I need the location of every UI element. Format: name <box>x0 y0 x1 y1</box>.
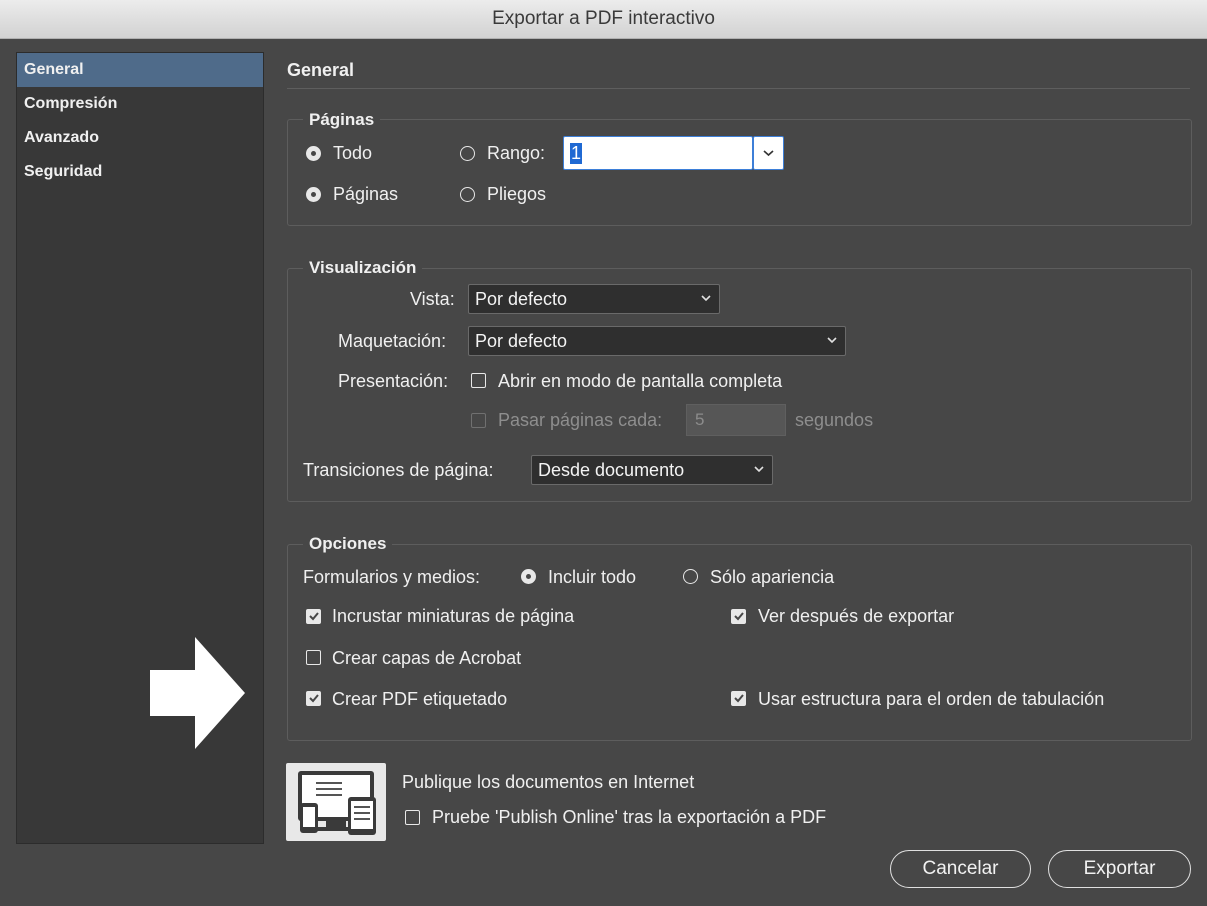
pasar-paginas-checkbox[interactable] <box>471 413 486 428</box>
etiquetado-label: Crear PDF etiquetado <box>332 689 508 709</box>
sidebar-item-general[interactable]: General <box>17 53 263 87</box>
miniaturas-checkbox[interactable] <box>306 609 321 624</box>
fullscreen-label: Abrir en modo de pantalla completa <box>498 371 783 391</box>
publish-title: Publique los documentos en Internet <box>402 772 695 792</box>
capas-checkbox[interactable] <box>306 650 321 665</box>
pliegos-radio[interactable] <box>460 187 475 202</box>
vista-label: Vista: <box>410 289 455 309</box>
transiciones-dropdown[interactable]: Desde documento <box>531 455 773 485</box>
paginas-label: Páginas <box>333 184 399 204</box>
etiquetado-checkbox[interactable] <box>306 691 321 706</box>
transiciones-value: Desde documento <box>538 459 685 480</box>
publish-online-label: Pruebe 'Publish Online' tras la exportac… <box>432 807 827 827</box>
paginas-radio[interactable] <box>306 187 321 202</box>
formularios-label: Formularios y medios: <box>303 567 481 587</box>
publish-online-checkbox[interactable] <box>405 810 420 825</box>
range-value: 1 <box>570 142 583 164</box>
sidebar-item-label: General <box>24 61 84 78</box>
pasar-paginas-value: 5 <box>695 410 705 429</box>
miniaturas-label: Incrustar miniaturas de página <box>332 606 575 626</box>
range-input[interactable]: 1 <box>563 136 753 170</box>
vista-value: Por defecto <box>475 288 568 309</box>
page-title: General <box>287 60 355 80</box>
ver-despues-label: Ver después de exportar <box>758 606 955 626</box>
chevron-down-icon <box>763 150 774 157</box>
estructura-checkbox[interactable] <box>731 691 746 706</box>
sidebar-item-seguridad[interactable]: Seguridad <box>17 155 263 189</box>
capas-label: Crear capas de Acrobat <box>332 648 522 668</box>
pasar-paginas-label: Pasar páginas cada: <box>498 410 663 430</box>
todo-label: Todo <box>333 143 373 163</box>
sidebar-item-compresion[interactable]: Compresión <box>17 87 263 121</box>
sidebar-item-label: Seguridad <box>24 163 103 180</box>
checkmark-icon <box>733 694 744 703</box>
transiciones-label: Transiciones de página: <box>303 460 494 480</box>
solo-apariencia-label: Sólo apariencia <box>710 567 835 587</box>
pasar-paginas-input[interactable]: 5 <box>686 404 786 436</box>
solo-apariencia-radio[interactable] <box>683 569 698 584</box>
arrow-right-icon <box>150 637 245 749</box>
ver-despues-checkbox[interactable] <box>731 609 746 624</box>
window-title-bar: Exportar a PDF interactivo <box>0 0 1207 39</box>
checkmark-icon <box>308 694 319 703</box>
incluir-todo-label: Incluir todo <box>548 567 637 587</box>
checkmark-icon <box>308 612 319 621</box>
vista-dropdown[interactable]: Por defecto <box>468 284 720 314</box>
range-dropdown-button[interactable] <box>753 136 784 170</box>
chevron-down-icon <box>701 295 711 302</box>
section-divider <box>287 88 1190 89</box>
export-button[interactable]: Exportar <box>1048 850 1191 888</box>
estructura-label: Usar estructura para el orden de tabulac… <box>758 689 1105 709</box>
visualizacion-legend: Visualización <box>303 258 423 278</box>
chevron-down-icon <box>754 466 764 473</box>
segundos-label: segundos <box>795 410 874 430</box>
cancel-button[interactable]: Cancelar <box>890 850 1031 888</box>
sidebar-item-label: Avanzado <box>24 129 99 146</box>
todo-radio[interactable] <box>306 146 321 161</box>
fullscreen-checkbox[interactable] <box>471 373 486 388</box>
chevron-down-icon <box>827 337 837 344</box>
devices-icon <box>286 763 386 841</box>
pliegos-label: Pliegos <box>487 184 547 204</box>
sidebar-item-avanzado[interactable]: Avanzado <box>17 121 263 155</box>
maquetacion-dropdown[interactable]: Por defecto <box>468 326 846 356</box>
window-title: Exportar a PDF interactivo <box>492 8 715 29</box>
maquetacion-label: Maquetación: <box>338 331 447 351</box>
incluir-todo-radio[interactable] <box>521 569 536 584</box>
checkmark-icon <box>733 612 744 621</box>
opciones-legend: Opciones <box>303 534 393 554</box>
presentacion-label: Presentación: <box>338 371 449 391</box>
rango-label: Rango: <box>487 143 546 163</box>
rango-radio[interactable] <box>460 146 475 161</box>
maquetacion-value: Por defecto <box>475 330 568 351</box>
paginas-legend: Páginas <box>303 110 381 130</box>
sidebar-item-label: Compresión <box>24 95 118 112</box>
